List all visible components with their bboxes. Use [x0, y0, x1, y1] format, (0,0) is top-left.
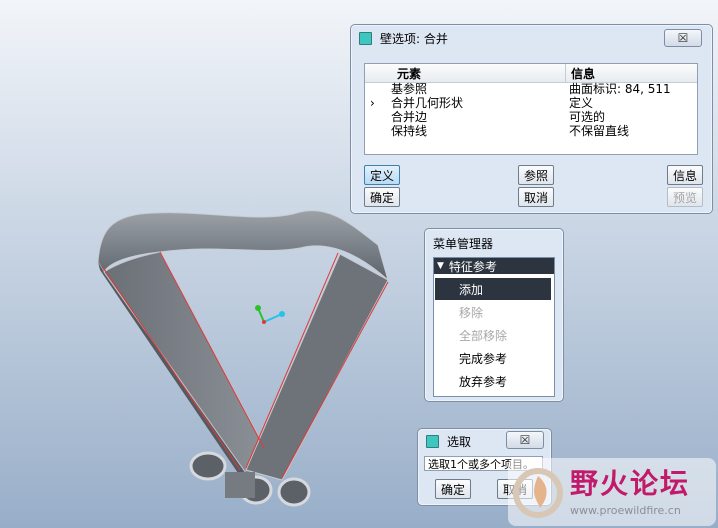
hinge-bar: [225, 472, 255, 498]
menu-item-quit-refs[interactable]: 放弃参考: [435, 370, 551, 392]
menu-manager: 菜单管理器 ▼ 特征参考 添加 移除 全部移除 完成参考 放弃参考: [424, 228, 564, 402]
table-row[interactable]: 合并边 可选的: [365, 111, 697, 125]
row-element: 保持线: [391, 124, 428, 138]
cancel-button[interactable]: 取消: [518, 187, 554, 207]
watermark-logo-icon: [513, 468, 563, 518]
row-info: 可选的: [569, 110, 606, 124]
menu-header[interactable]: ▼ 特征参考: [434, 258, 554, 274]
menu-item-done-refs[interactable]: 完成参考: [435, 347, 551, 369]
row-info: 不保留直线: [569, 124, 630, 138]
row-element: 合并几何形状: [391, 96, 464, 110]
table-row[interactable]: 基参照 曲面标识: 84, 511: [365, 83, 697, 97]
menu-item-add[interactable]: 添加: [435, 278, 551, 300]
select-title: 选取: [447, 434, 472, 449]
row-marker: ›: [370, 96, 375, 110]
hinge-1: [189, 451, 227, 481]
model-left-face: [103, 251, 266, 477]
close-button[interactable]: ☒: [664, 29, 702, 47]
select-ok-button[interactable]: 确定: [435, 479, 471, 499]
column-header-info[interactable]: 信息: [571, 64, 595, 82]
info-button[interactable]: 信息: [667, 165, 703, 185]
model-right-leg: [245, 253, 389, 481]
close-button[interactable]: ☒: [506, 431, 544, 449]
row-element: 基参照: [391, 82, 428, 96]
reference-button[interactable]: 参照: [518, 165, 554, 185]
menu-manager-title: 菜单管理器: [433, 237, 494, 251]
menu-header-label: 特征参考: [448, 259, 497, 274]
hinge-3: [277, 477, 311, 507]
ok-button[interactable]: 确定: [364, 187, 400, 207]
table-row[interactable]: 保持线 不保留直线: [365, 125, 697, 139]
column-header-element[interactable]: 元素: [397, 64, 421, 82]
triangle-down-icon: ▼: [437, 261, 444, 271]
element-table: 元素 信息 基参照 曲面标识: 84, 511 › 合并几何形状 定义 合并边 …: [364, 63, 698, 155]
dialog-title: 壁选项: 合并: [380, 31, 448, 46]
menu-list: ▼ 特征参考 添加 移除 全部移除 完成参考 放弃参考: [433, 257, 555, 397]
preview-button: 预览: [667, 187, 703, 207]
watermark-name: 野火论坛: [570, 467, 691, 500]
table-row[interactable]: › 合并几何形状 定义: [365, 97, 697, 111]
menu-item-remove: 移除: [459, 305, 484, 320]
define-button[interactable]: 定义: [364, 165, 400, 185]
watermark: 野火论坛 www.proewildfire.cn: [508, 458, 716, 526]
row-info: 曲面标识: 84, 511: [569, 82, 671, 96]
row-element: 合并边: [391, 110, 428, 124]
window-icon: [359, 31, 372, 45]
wall-options-dialog: 壁选项: 合并 ☒ 元素 信息 基参照 曲面标识: 84, 511 › 合并几何…: [350, 24, 713, 214]
coordinate-axes-icon: [255, 305, 285, 324]
dialog-title-bar: 壁选项: 合并: [351, 25, 712, 51]
menu-item-remove-all: 全部移除: [459, 328, 508, 343]
watermark-url: www.proewildfire.cn: [570, 504, 681, 517]
row-info: 定义: [569, 96, 594, 110]
window-icon: [426, 434, 439, 448]
